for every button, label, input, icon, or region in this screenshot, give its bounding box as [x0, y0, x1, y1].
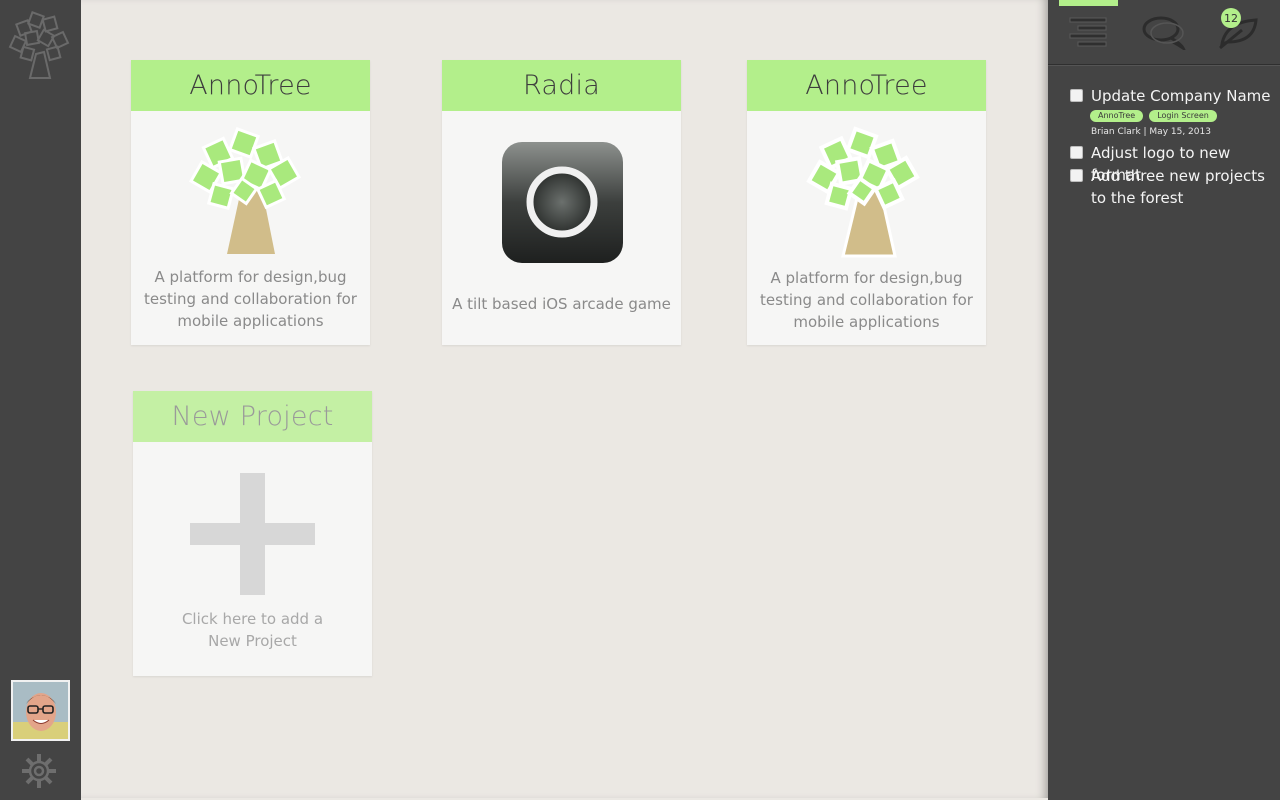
project-title: AnnoTree [131, 60, 370, 111]
project-card[interactable]: Radia A tilt based iOS arcade game [442, 60, 681, 345]
todo-label: Add three new projects to the forest [1091, 167, 1265, 207]
todo-label: Update Company Name [1091, 87, 1271, 105]
active-tab-indicator [1059, 0, 1118, 6]
gear-icon[interactable] [22, 754, 56, 788]
todo-checkbox[interactable] [1070, 146, 1083, 159]
right-panel: 12 Update Company Name AnnoTree Login Sc… [1048, 0, 1280, 800]
project-description: A platform for design,bug testing and co… [144, 268, 357, 330]
list-icon[interactable] [1068, 16, 1108, 50]
todo-checkbox[interactable] [1070, 89, 1083, 102]
annotree-logo-icon[interactable] [8, 8, 72, 80]
user-avatar[interactable] [11, 680, 70, 741]
project-description: A tilt based iOS arcade game [452, 295, 671, 313]
plus-icon [190, 473, 315, 595]
todo-item[interactable]: Add three new projects to the forest [1070, 165, 1276, 209]
project-title: Radia [442, 60, 681, 111]
tag[interactable]: AnnoTree [1090, 110, 1144, 122]
left-sidebar [0, 0, 81, 800]
tree-logo-icon [189, 126, 302, 254]
chat-icon[interactable] [1141, 14, 1187, 50]
new-project-description: Click here to add a New Project [181, 610, 324, 650]
todo-checkbox[interactable] [1070, 169, 1083, 182]
todo-meta: Brian Clark | May 15, 2013 [1091, 127, 1211, 137]
new-project-title: New Project [133, 391, 372, 442]
project-card[interactable]: AnnoTree A platform for design,bug testi… [747, 60, 986, 345]
notification-badge: 12 [1221, 8, 1241, 28]
project-title: AnnoTree [747, 60, 986, 111]
panel-divider [1048, 64, 1280, 66]
tag[interactable]: Login Screen [1149, 110, 1217, 122]
todo-item[interactable]: Update Company Name [1070, 85, 1276, 107]
tag-list: AnnoTree Login Screen [1090, 110, 1217, 122]
project-card[interactable]: AnnoTree A platform for design,bug testi… [131, 60, 370, 345]
tree-logo-icon [806, 126, 920, 258]
new-project-card[interactable]: New Project Click here to add a New Proj… [133, 391, 372, 676]
project-description: A platform for design,bug testing and co… [760, 269, 973, 331]
radia-app-icon [502, 142, 623, 263]
